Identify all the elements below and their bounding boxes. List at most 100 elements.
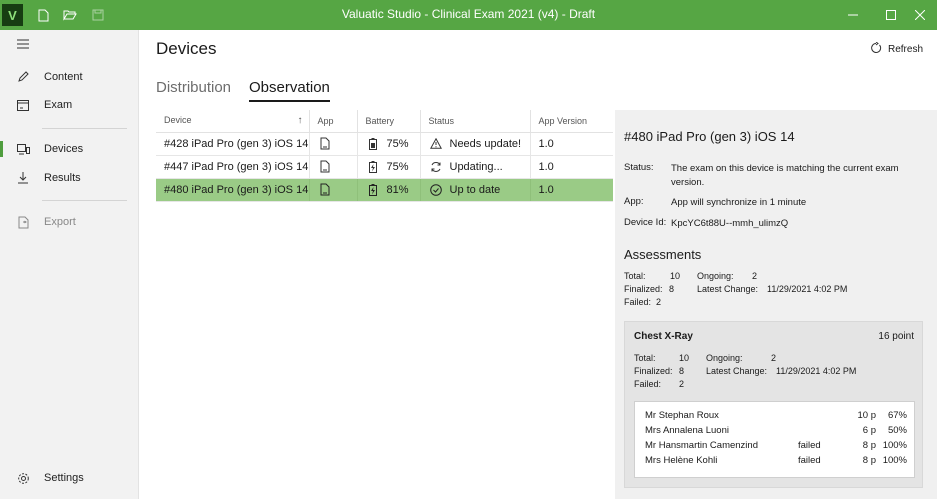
sidebar-divider: [42, 200, 127, 201]
participant-percent: 50%: [887, 425, 907, 436]
participant-name: Mr Stephan Roux: [645, 410, 719, 421]
battery-level: 75%: [386, 137, 409, 150]
participant-percent: 67%: [887, 410, 907, 421]
warning-icon: [429, 137, 443, 151]
main-panel: Devices Refresh Distribution Observation…: [139, 30, 937, 499]
participant-name: Mrs Helène Kohli: [645, 455, 718, 466]
participant-points: 8 p: [862, 455, 876, 466]
tab-observation[interactable]: Observation: [249, 79, 330, 102]
detail-status-label: Status:: [624, 162, 654, 173]
participant-percent: 100%: [882, 455, 907, 466]
list-item[interactable]: Mr Hansmartin Camenzind failed 8 p 100%: [635, 440, 916, 455]
participant-points: 6 p: [862, 425, 876, 436]
close-button[interactable]: [902, 0, 937, 30]
sidebar-item-results[interactable]: Results: [0, 164, 139, 192]
column-header-app-version[interactable]: App Version: [529, 110, 613, 133]
participant-list: Mr Stephan Roux 10 p 67% Mrs Annalena Lu…: [634, 401, 915, 478]
battery-charging-icon: [366, 160, 380, 174]
column-header-app[interactable]: App: [308, 110, 357, 133]
table-row[interactable]: #428 iPad Pro (gen 3) iOS 14 75% Needs u…: [156, 132, 613, 156]
stat-total-value: 10: [670, 271, 681, 281]
stat-ongoing-value: 2: [771, 353, 777, 363]
status-text: Updating...: [449, 160, 503, 173]
column-header-device[interactable]: Device ↑: [156, 110, 309, 133]
minimize-button[interactable]: [834, 0, 872, 30]
app-installed-icon: [318, 160, 332, 174]
participant-name: Mr Hansmartin Camenzind: [645, 440, 758, 451]
stat-ongoing-value: 2: [752, 271, 758, 281]
detail-status-value: The exam on this device is matching the …: [671, 163, 899, 188]
window-title: Valuatic Studio - Clinical Exam 2021 (v4…: [341, 7, 596, 21]
list-item[interactable]: Mr Stephan Roux 10 p 67%: [635, 410, 916, 425]
stat-failed-label: Failed:: [634, 379, 662, 389]
hamburger-icon: [15, 39, 31, 49]
status-text: Up to date: [449, 183, 501, 196]
participant-name: Mrs Annalena Luoni: [645, 425, 729, 436]
table-row-selected[interactable]: #480 iPad Pro (gen 3) iOS 14 81% Up to d…: [156, 178, 613, 202]
check-circle-icon: [429, 183, 443, 197]
sidebar-divider: [42, 128, 127, 129]
participant-points: 10 p: [857, 410, 877, 421]
participant-state: failed: [798, 455, 821, 466]
battery-icon: [366, 137, 380, 151]
card-points: 16 point: [878, 331, 914, 342]
column-header-battery[interactable]: Battery: [356, 110, 420, 133]
card-title: Chest X-Ray: [634, 331, 693, 342]
sidebar-item-settings[interactable]: Settings: [0, 464, 139, 492]
refresh-button[interactable]: Refresh: [870, 41, 923, 57]
stat-latest-label: Latest Change:: [706, 366, 768, 376]
stat-total-label: Total:: [624, 271, 646, 281]
sidebar-item-label: Results: [44, 172, 81, 184]
tab-distribution[interactable]: Distribution: [156, 79, 231, 96]
stat-failed-label: Failed:: [624, 297, 652, 307]
device-detail-panel: #480 iPad Pro (gen 3) iOS 14 Status: The…: [615, 110, 937, 499]
sync-icon: [429, 160, 443, 174]
assessment-card[interactable]: Chest X-Ray 16 point Total: 10 Ongoing: …: [624, 321, 923, 488]
participant-state: failed: [798, 440, 821, 451]
detail-app-value: App will synchronize in 1 minute: [671, 197, 807, 208]
list-item[interactable]: Mrs Helène Kohli failed 8 p 100%: [635, 455, 916, 470]
detail-device-id-value: KpcYC6t88U--mmh_ulimzQ: [671, 218, 789, 229]
stat-latest-label: Latest Change:: [697, 284, 759, 294]
pencil-icon: [15, 71, 31, 83]
export-icon: [15, 216, 31, 229]
stat-total-value: 10: [679, 353, 690, 363]
download-icon: [15, 172, 31, 184]
devices-table: Device ↑ App Battery Status App Version …: [156, 110, 613, 202]
participant-points: 8 p: [862, 440, 876, 451]
table-row[interactable]: #447 iPad Pro (gen 3) iOS 14 75% Updatin…: [156, 155, 613, 179]
detail-device-id-row: Device Id: KpcYC6t88U--mmh_ulimzQ: [624, 217, 934, 231]
sidebar-item-export[interactable]: Export: [0, 208, 139, 236]
app-version: 1.0: [529, 132, 613, 156]
sidebar-item-exam[interactable]: Exam: [0, 91, 139, 119]
device-name: #480 iPad Pro (gen 3) iOS 14: [156, 178, 309, 202]
stat-latest-value: 11/29/2021 4:02 PM: [767, 284, 848, 294]
detail-status-row: Status: The exam on this device is match…: [624, 162, 934, 190]
detail-title: #480 iPad Pro (gen 3) iOS 14: [624, 129, 795, 144]
hamburger-menu-button[interactable]: [0, 30, 139, 58]
stat-finalized-label: Finalized:: [634, 366, 673, 376]
battery-level: 81%: [386, 183, 409, 196]
stat-finalized-value: 8: [669, 284, 675, 294]
stat-total-label: Total:: [634, 353, 656, 363]
device-name: #428 iPad Pro (gen 3) iOS 14: [156, 132, 309, 156]
sidebar-item-devices[interactable]: Devices: [0, 135, 139, 163]
sidebar-item-content[interactable]: Content: [0, 63, 139, 91]
devices-icon: [15, 143, 31, 155]
detail-device-id-label: Device Id:: [624, 217, 667, 228]
card-stats: Total: 10 Ongoing: 2 Finalized: 8 Latest…: [634, 352, 914, 394]
sort-ascending-icon: ↑: [297, 115, 303, 127]
sidebar-item-label: Settings: [44, 472, 84, 484]
assessments-heading: Assessments: [624, 247, 702, 262]
column-header-status[interactable]: Status: [419, 110, 530, 133]
device-name: #447 iPad Pro (gen 3) iOS 14: [156, 155, 309, 179]
stat-latest-value: 11/29/2021 4:02 PM: [776, 366, 857, 376]
battery-level: 75%: [386, 160, 409, 173]
exam-icon: [15, 99, 31, 111]
app-installed-icon: [318, 183, 332, 197]
sidebar: Content Exam Devices Results Export Sett…: [0, 30, 139, 499]
list-item[interactable]: Mrs Annalena Luoni 6 p 50%: [635, 425, 916, 440]
stat-failed-value: 2: [679, 379, 685, 389]
table-header-row: Device ↑ App Battery Status App Version: [156, 110, 613, 133]
app-version: 1.0: [529, 178, 613, 202]
